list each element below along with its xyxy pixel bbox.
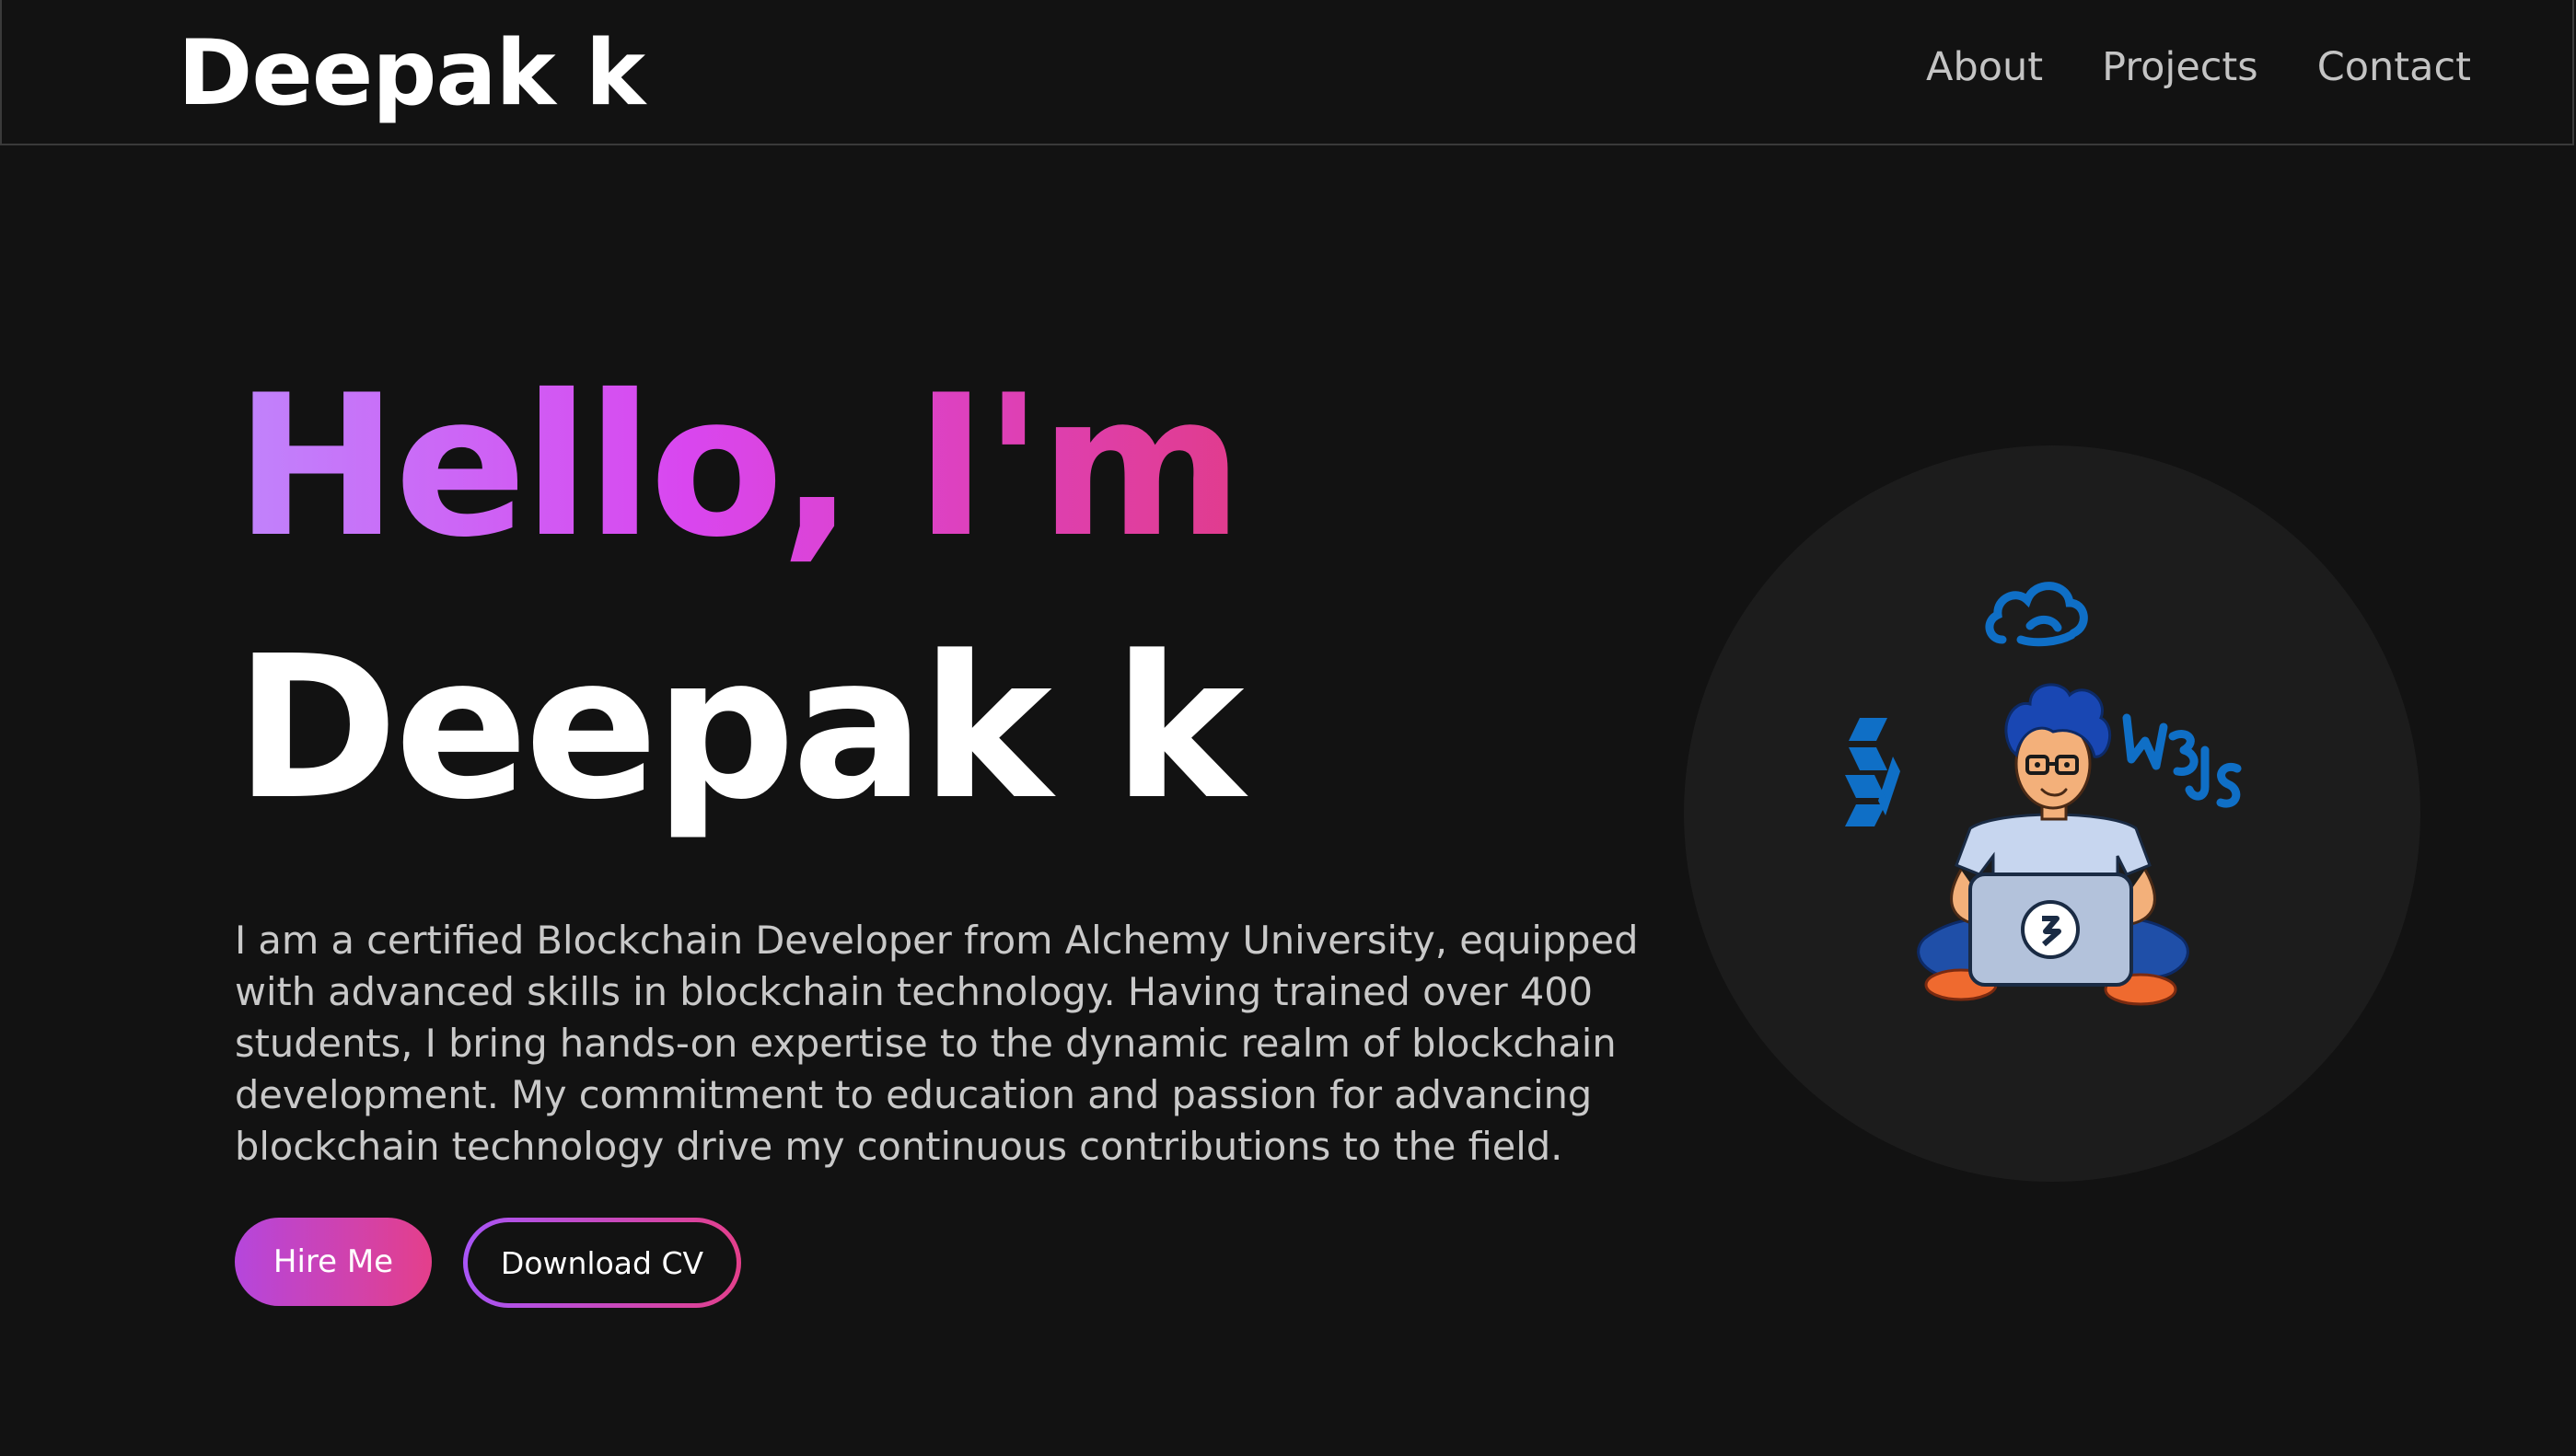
hero-bio: I am a certified Blockchain Developer fr… [235,917,1639,1169]
nav-link-projects[interactable]: Projects [2102,44,2258,92]
download-cv-button[interactable]: Download CV [468,1222,737,1303]
hero-buttons: Hire Me Download CV [235,1218,741,1308]
cloud-icon [1985,582,2088,647]
web3js-icon [2122,713,2242,808]
nav-link-contact[interactable]: Contact [2317,44,2471,92]
nav-links: About Projects Contact [1926,44,2471,92]
nav-link-about[interactable]: About [1926,44,2043,92]
hire-me-button[interactable]: Hire Me [235,1218,432,1306]
top-navbar: Deepak k About Projects Contact [0,0,2574,145]
hero-section: Hello, I'm Deepak k [235,350,1708,848]
hero-name: Deepak k [235,614,1245,844]
hero-greeting: Hello, I'm [235,350,1243,584]
developer-illustration [1845,582,2242,1006]
brand-logo[interactable]: Deepak k [178,20,645,129]
solidity-icon [1845,718,1900,826]
download-cv-border: Download CV [463,1218,741,1308]
